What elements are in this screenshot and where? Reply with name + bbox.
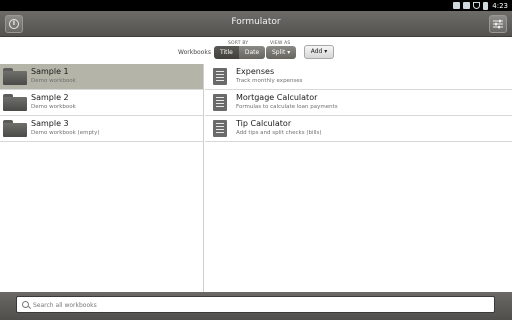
- folder-icon: [3, 94, 27, 111]
- sliders-icon: [493, 19, 503, 29]
- add-button[interactable]: Add ▾: [304, 45, 334, 59]
- battery-icon: [483, 1, 489, 10]
- bottom-bar: [0, 292, 512, 320]
- workbook-name: Sample 3: [31, 119, 69, 128]
- workbooks-label: Workbooks: [178, 49, 211, 56]
- calculator-description: Formulas to calculate loan payments: [236, 104, 338, 110]
- notification-icon-2: [463, 2, 471, 9]
- calculator-name: Mortgage Calculator: [236, 93, 318, 102]
- workbook-name: Sample 1: [31, 67, 69, 76]
- calculator-item[interactable]: Expenses Track monthly expenses: [205, 64, 512, 90]
- workbook-item[interactable]: Sample 1 Demo workbook: [0, 64, 203, 90]
- view-as-value: Split: [272, 49, 286, 56]
- search-box: [16, 296, 495, 313]
- sort-date-option[interactable]: Date: [238, 46, 266, 59]
- title-bar: i Formulator: [0, 11, 512, 37]
- folder-icon: [3, 68, 27, 85]
- workbook-list: Sample 1 Demo workbook Sample 2 Demo wor…: [0, 64, 204, 292]
- status-time: 4:23: [492, 1, 508, 10]
- sort-segmented-control: Title Date: [214, 46, 266, 59]
- status-icons: 4:23: [453, 0, 508, 11]
- search-input[interactable]: [33, 299, 483, 311]
- dropdown-arrow-icon: ▾: [324, 48, 328, 55]
- add-label: Add: [310, 48, 323, 55]
- calculator-name: Tip Calculator: [236, 119, 292, 128]
- settings-button[interactable]: [489, 15, 507, 33]
- calculator-description: Track monthly expenses: [236, 78, 303, 84]
- notification-icon: [453, 2, 461, 9]
- status-bar: 4:23: [0, 0, 512, 11]
- wifi-icon: [473, 2, 481, 9]
- document-icon: [213, 94, 227, 111]
- calculator-list: Expenses Track monthly expenses Mortgage…: [205, 64, 512, 292]
- workbook-item[interactable]: Sample 3 Demo workbook (empty): [0, 116, 203, 142]
- workbook-name: Sample 2: [31, 93, 69, 102]
- document-icon: [213, 68, 227, 85]
- document-icon: [213, 120, 227, 137]
- search-icon: [22, 301, 29, 308]
- calculator-name: Expenses: [236, 67, 275, 76]
- workbook-description: Demo workbook: [31, 78, 76, 84]
- workbook-description: Demo workbook: [31, 104, 76, 110]
- sort-title-option[interactable]: Title: [214, 46, 239, 59]
- workbook-description: Demo workbook (empty): [31, 130, 100, 136]
- calculator-item[interactable]: Tip Calculator Add tips and split checks…: [205, 116, 512, 142]
- calculator-description: Add tips and split checks (bills): [236, 130, 322, 136]
- folder-icon: [3, 120, 27, 137]
- workbook-item[interactable]: Sample 2 Demo workbook: [0, 90, 203, 116]
- calculator-item[interactable]: Mortgage Calculator Formulas to calculat…: [205, 90, 512, 116]
- app-title: Formulator: [231, 17, 281, 27]
- view-as-dropdown[interactable]: Split ▾: [266, 46, 297, 59]
- dropdown-arrow-icon: ▾: [287, 49, 291, 56]
